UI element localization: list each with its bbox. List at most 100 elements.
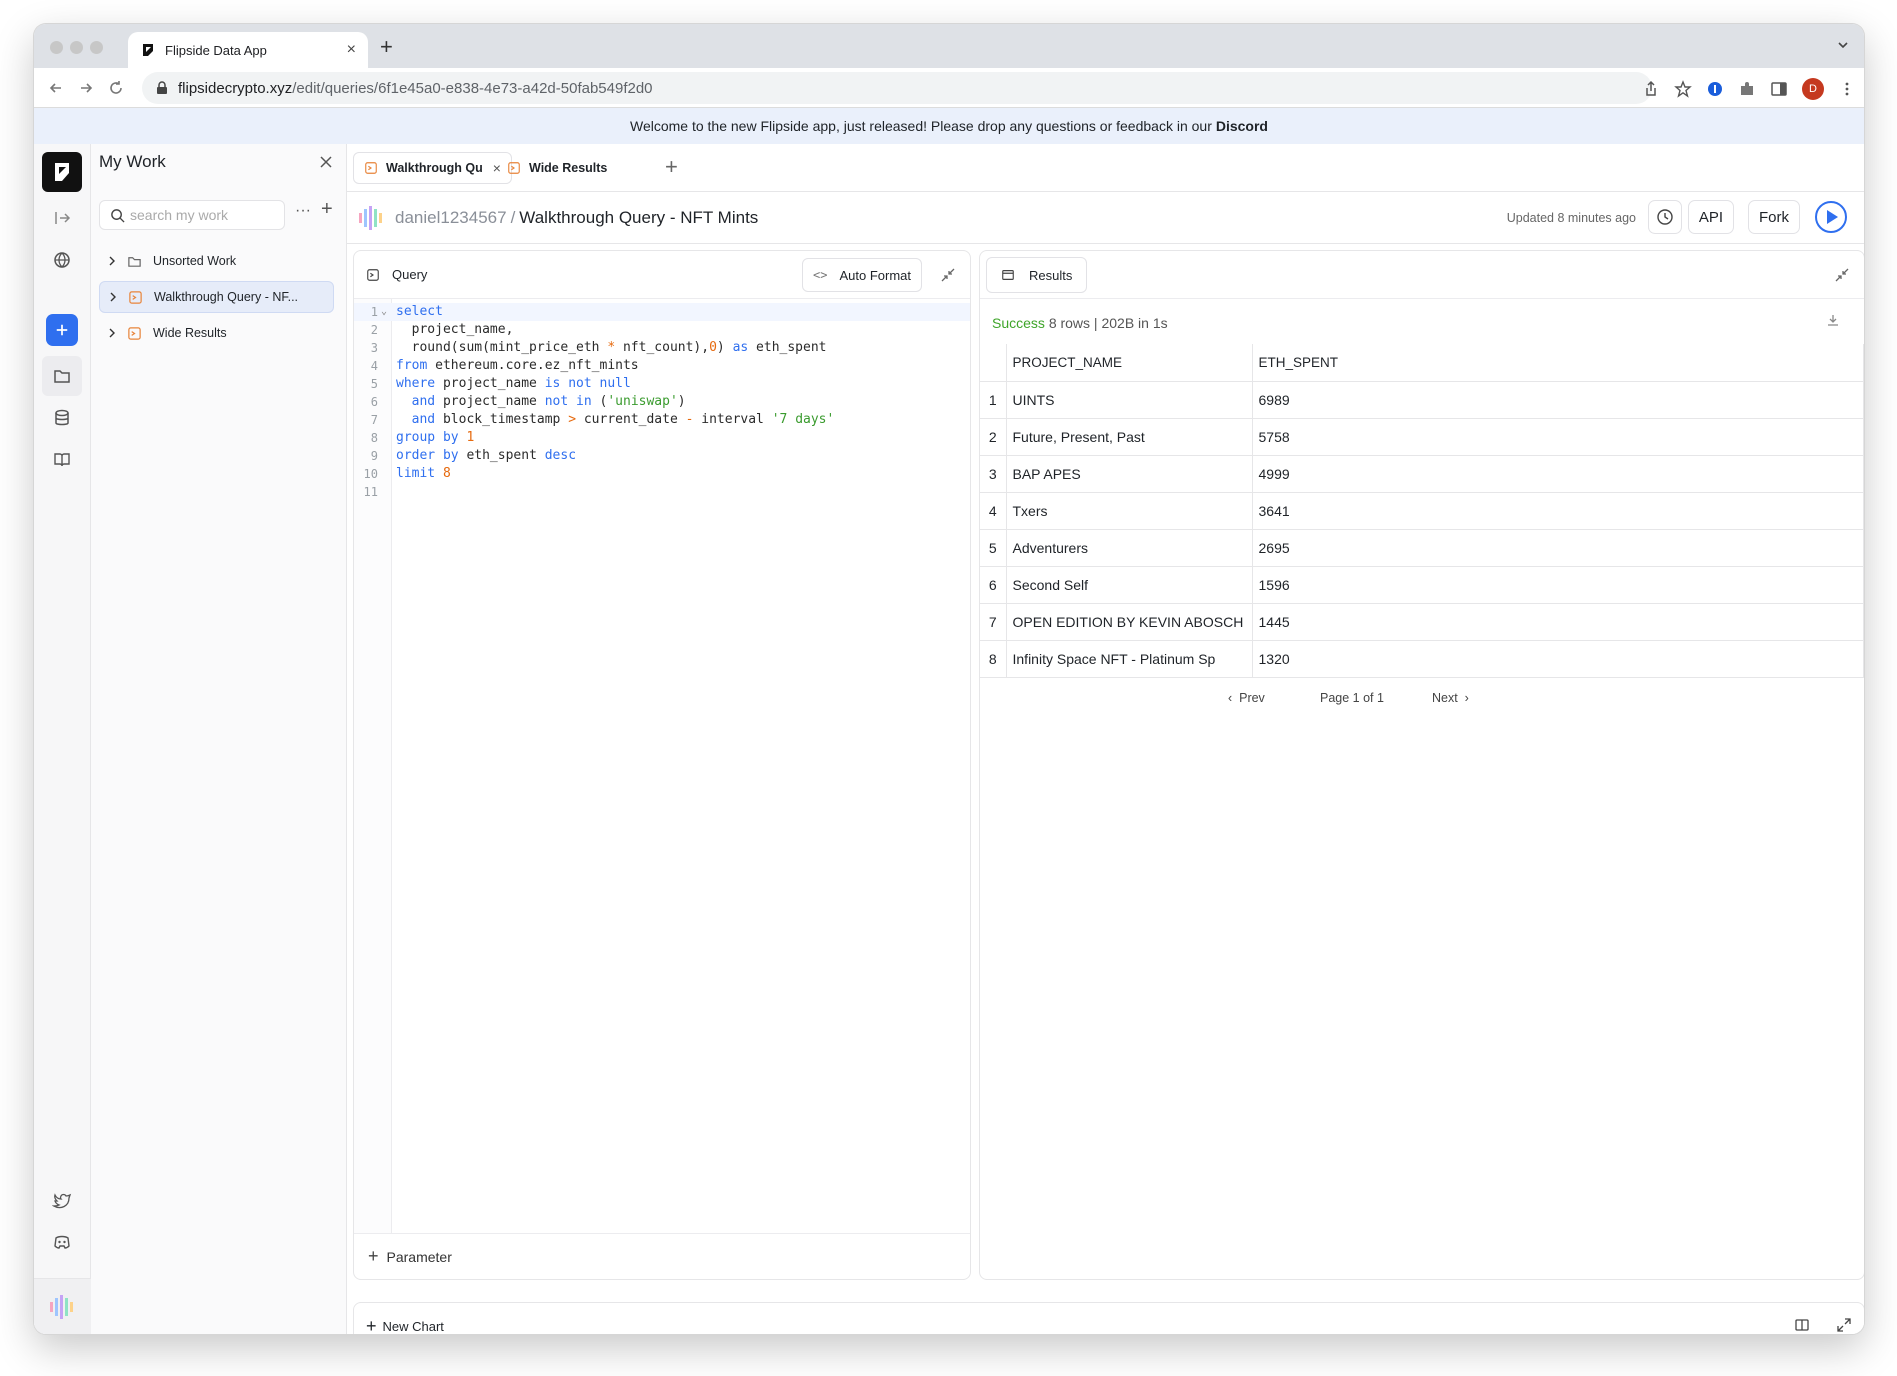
bookmark-star-icon[interactable] (1674, 80, 1692, 98)
sql-editor[interactable]: 1 ⌄ select 2 project_name, 3 round(sum(min… (354, 299, 970, 1234)
discord-link[interactable]: Discord (1216, 118, 1268, 134)
query-pane-header: Query <> Auto Format (354, 251, 970, 299)
cell-eth-spent[interactable]: 1596 (1252, 566, 1864, 604)
cell-project-name[interactable]: Txers (1006, 492, 1253, 530)
discord-icon[interactable] (52, 1232, 72, 1252)
column-header-project-name[interactable]: PROJECT_NAME (1006, 344, 1253, 382)
create-new-button[interactable] (46, 314, 78, 346)
new-tab-button[interactable]: + (380, 36, 393, 58)
collapse-pane-icon[interactable] (940, 267, 956, 283)
folder-icon[interactable] (52, 366, 72, 386)
address-bar[interactable]: flipsidecrypto.xyz/edit/queries/6f1e45a0… (142, 72, 1652, 104)
column-header-eth-spent[interactable]: ETH_SPENT (1252, 344, 1864, 382)
docs-book-icon[interactable] (52, 450, 72, 470)
prev-page-button[interactable]: ‹ Prev (1228, 691, 1265, 705)
next-page-button[interactable]: Next › (1432, 691, 1469, 705)
collapse-pane-icon[interactable] (1834, 267, 1850, 283)
browser-tab[interactable]: Flipside Data App × (128, 32, 368, 68)
cell-eth-spent[interactable]: 4999 (1252, 455, 1864, 493)
updated-timestamp: Updated 8 minutes ago (1506, 211, 1636, 225)
cell-project-name[interactable]: BAP APES (1006, 455, 1253, 493)
tab-walkthrough-query[interactable]: Walkthrough Qu × (353, 152, 512, 184)
tab-wide-results[interactable]: Wide Results (497, 152, 617, 184)
index-header (980, 344, 1007, 382)
maximize-window-button[interactable] (90, 41, 103, 54)
user-avatar[interactable] (34, 1278, 91, 1334)
query-tab-bar: Walkthrough Qu × Wide Results + (347, 144, 1864, 192)
cell-project-name[interactable]: UINTS (1006, 381, 1253, 419)
row-index: 3 (980, 455, 1007, 493)
query-icon (365, 162, 377, 174)
new-chart-bar[interactable]: + New Chart (353, 1302, 1864, 1334)
results-tab[interactable]: Results (986, 257, 1088, 293)
add-tab-button[interactable]: + (665, 154, 678, 180)
url-path: /edit/queries/6f1e45a0-e838-4e73-a42d-50… (292, 79, 653, 97)
auto-format-label: Auto Format (839, 267, 911, 283)
results-pane: Results Success 8 rows | 202B in 1s PROJ… (979, 250, 1864, 1280)
api-button[interactable]: API (1687, 200, 1734, 234)
code-line: 9 order by eth_spent desc (370, 448, 577, 463)
cell-project-name[interactable]: Second Self (1006, 566, 1253, 604)
sidebar-title: My Work (99, 152, 166, 171)
add-item-button[interactable]: + (321, 198, 333, 221)
plus-icon: + (366, 1315, 377, 1335)
cell-project-name[interactable]: Future, Present, Past (1006, 418, 1253, 456)
download-icon[interactable] (1826, 313, 1840, 327)
tree-item-unsorted-work[interactable]: Unsorted Work (99, 245, 334, 277)
row-index: 2 (980, 418, 1007, 456)
cell-project-name[interactable]: Infinity Space NFT - Platinum Sp (1006, 640, 1253, 678)
twitter-icon[interactable] (52, 1190, 72, 1210)
browser-window: Flipside Data App × + flipsidecrypto.xyz… (34, 24, 1864, 1334)
query-icon (508, 162, 520, 174)
cell-eth-spent[interactable]: 5758 (1252, 418, 1864, 456)
close-sidebar-icon[interactable] (318, 154, 334, 170)
run-query-play-icon[interactable] (1814, 200, 1848, 234)
search-my-work-input[interactable]: search my work (99, 200, 285, 230)
side-panel-icon[interactable] (1770, 80, 1788, 98)
expand-sidebar-icon[interactable] (52, 208, 72, 228)
tree-item-wide-results[interactable]: Wide Results (99, 317, 334, 349)
add-parameter-button[interactable]: + Parameter (354, 1233, 970, 1279)
cell-project-name[interactable]: Adventurers (1006, 529, 1253, 567)
table-row: 6 Second Self 1596 (980, 566, 1864, 604)
flipside-logo[interactable] (42, 152, 82, 192)
cell-project-name[interactable]: OPEN EDITION BY KEVIN ABOSCH (1006, 603, 1253, 641)
cell-eth-spent[interactable]: 3641 (1252, 492, 1864, 530)
globe-icon[interactable] (52, 250, 72, 270)
tree-item-walkthrough-query[interactable]: Walkthrough Query - NF... (99, 281, 334, 313)
icon-rail (34, 144, 91, 1334)
forward-arrow-icon[interactable] (78, 80, 94, 96)
table-row: 3 BAP APES 4999 (980, 455, 1864, 493)
cell-eth-spent[interactable]: 2695 (1252, 529, 1864, 567)
more-options-icon[interactable]: ··· (295, 202, 311, 220)
close-window-button[interactable] (50, 41, 63, 54)
minimize-window-button[interactable] (70, 41, 83, 54)
clock-icon (1657, 209, 1673, 225)
cell-eth-spent[interactable]: 6989 (1252, 381, 1864, 419)
profile-avatar[interactable]: D (1802, 78, 1824, 100)
expand-icon[interactable] (1836, 1317, 1852, 1333)
share-icon[interactable] (1642, 80, 1660, 98)
query-owner[interactable]: daniel1234567 (395, 208, 507, 227)
new-chart-label: New Chart (382, 1318, 444, 1334)
query-title[interactable]: Walkthrough Query - NFT Mints (519, 208, 758, 227)
browser-menu-icon[interactable] (1838, 80, 1856, 98)
database-icon[interactable] (52, 408, 72, 428)
tab-label: Wide Results (529, 161, 608, 175)
tree-item-label: Unsorted Work (153, 254, 237, 268)
row-index: 1 (980, 381, 1007, 419)
tab-search-chevron-icon[interactable] (1836, 38, 1850, 52)
back-arrow-icon[interactable] (48, 80, 64, 96)
cell-eth-spent[interactable]: 1320 (1252, 640, 1864, 678)
cell-eth-spent[interactable]: 1445 (1252, 603, 1864, 641)
auto-format-button[interactable]: <> Auto Format (802, 258, 922, 292)
split-view-icon[interactable] (1794, 1317, 1810, 1333)
reload-icon[interactable] (108, 80, 124, 96)
folder-icon (128, 256, 141, 267)
password-manager-icon[interactable] (1706, 80, 1724, 98)
extensions-puzzle-icon[interactable] (1738, 80, 1756, 98)
close-tab-icon[interactable]: × (347, 41, 356, 59)
history-button[interactable] (1648, 200, 1682, 234)
code-line: 11 (363, 485, 378, 499)
fork-button[interactable]: Fork (1748, 200, 1800, 234)
